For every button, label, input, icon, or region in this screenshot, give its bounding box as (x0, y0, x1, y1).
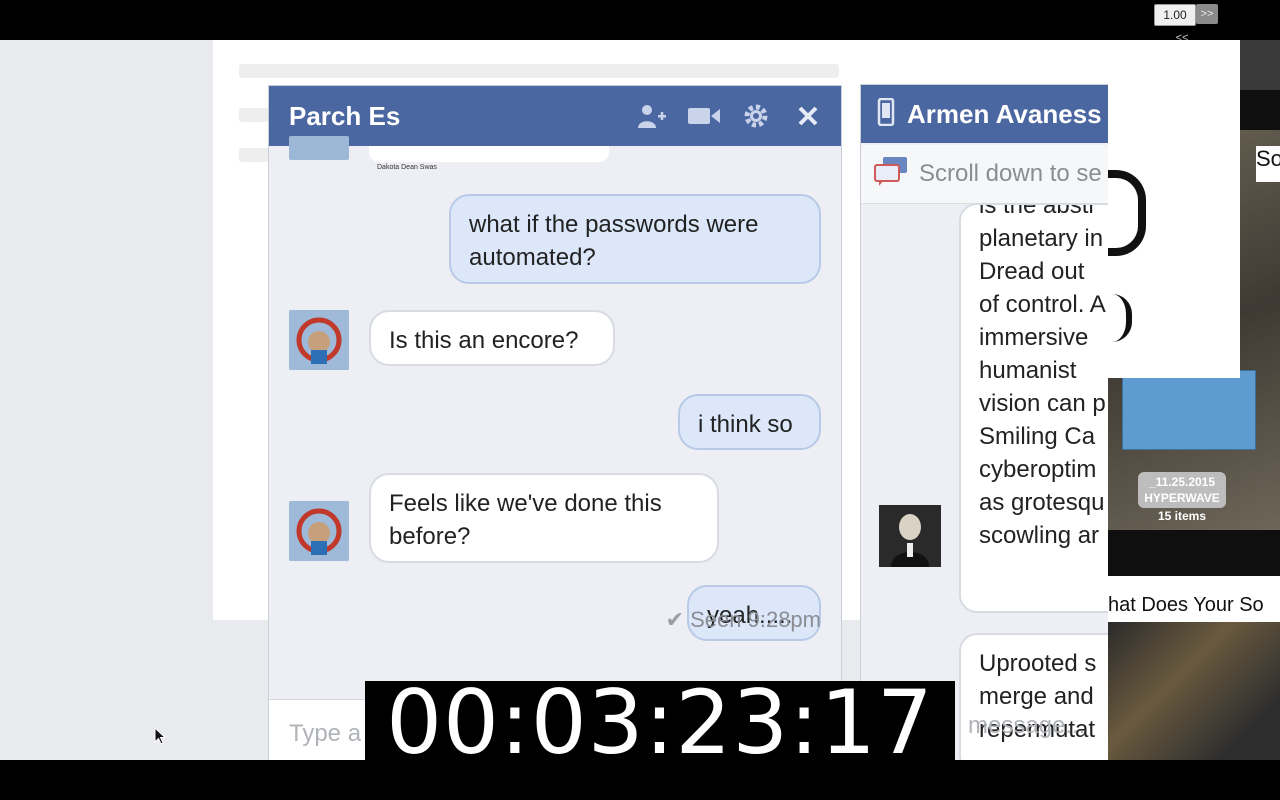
chat-bubbles-icon (873, 155, 909, 194)
message-line: cyberoptim (979, 456, 1097, 483)
popup-card (1108, 40, 1240, 378)
message-line: of control. A (979, 291, 1106, 318)
message-line: Dread out (979, 258, 1085, 285)
card-title: So (1256, 146, 1280, 182)
avatar[interactable] (289, 501, 349, 561)
chat-window-armen: Armen Avaness Scroll down to se is the a… (860, 84, 1110, 760)
media-thumbnail[interactable] (1108, 622, 1280, 760)
message-line: vision can p (979, 390, 1106, 417)
message-bubble-incoming: is the abstr planetary in Dread out of c… (959, 203, 1109, 613)
message-line: as grotesqu (979, 489, 1105, 516)
avatar[interactable] (879, 505, 941, 567)
card-title[interactable]: hat Does Your So (1108, 576, 1280, 622)
scroll-down-text: Scroll down to se (919, 160, 1102, 187)
message-line: Uprooted s (979, 650, 1097, 677)
message-line: Smiling Ca (979, 423, 1096, 450)
date-text: _11.25.2015 (1148, 475, 1216, 489)
chat-title[interactable]: Armen Avaness (907, 99, 1102, 130)
message-input-placeholder[interactable]: message... (968, 712, 1085, 740)
message-line: planetary in (979, 225, 1104, 252)
message-line: immersive (979, 324, 1089, 351)
mouse-cursor-icon (154, 726, 167, 750)
avatar[interactable] (289, 136, 349, 160)
message-line: humanist (979, 357, 1077, 384)
partial-letter (1108, 170, 1146, 256)
chat-header[interactable]: Armen Avaness (861, 85, 1109, 143)
playback-speed-field[interactable]: 1.00 (1154, 4, 1196, 26)
mobile-phone-icon (877, 97, 895, 131)
message-input-placeholder[interactable]: Type a (289, 720, 361, 748)
speed-up-button[interactable]: >> (1196, 4, 1218, 24)
message-bubble-incoming: Is this an encore? (369, 310, 615, 366)
message-bubble-incoming: Feels like we've done this before? (369, 473, 719, 563)
message-bubble-outgoing: i think so (678, 394, 821, 450)
partial-message-bubble (369, 146, 609, 162)
avatar[interactable] (289, 310, 349, 370)
close-icon[interactable] (791, 101, 825, 131)
screen-recording-area: Parch Es Dakota Dean Swas what if the pa (0, 40, 1280, 760)
date-badge: _11.25.2015 HYPERWAVE (1138, 472, 1226, 508)
message-bubble-outgoing: what if the passwords were automated? (449, 194, 821, 284)
chat-header[interactable]: Parch Es (269, 86, 841, 146)
add-friend-icon[interactable] (635, 101, 669, 131)
background-line (239, 64, 839, 78)
seen-status: ✔ Seen 9:28pm (666, 607, 821, 633)
chat-window-parch: Parch Es Dakota Dean Swas what if the pa (268, 85, 842, 760)
message-line: is the abstr (979, 203, 1097, 219)
side-media-panel: So _11.25.2015 HYPERWAVE 15 items hat Do… (1108, 40, 1280, 760)
seen-text: Seen 9:28pm (690, 607, 821, 632)
message-line: scowling ar (979, 522, 1100, 549)
partial-caption: Dakota Dean Swas (377, 164, 437, 171)
partial-letter (1108, 294, 1132, 342)
folder-thumbnail[interactable] (1122, 370, 1256, 450)
recording-timer: 00:03:23:17 (365, 681, 955, 760)
video-call-icon[interactable] (687, 101, 721, 131)
badge-title: HYPERWAVE (1144, 491, 1220, 505)
checkmark-icon: ✔ (665, 607, 684, 632)
message-bubble-incoming: Uprooted s merge and repermutat (959, 633, 1109, 760)
item-count: 15 items (1158, 509, 1207, 523)
media-thumbnail[interactable] (1240, 40, 1280, 90)
chat-title[interactable]: Parch Es (289, 101, 400, 132)
message-line: merge and (979, 683, 1094, 710)
gear-icon[interactable] (739, 101, 773, 131)
scroll-down-notice[interactable]: Scroll down to se (861, 145, 1109, 204)
